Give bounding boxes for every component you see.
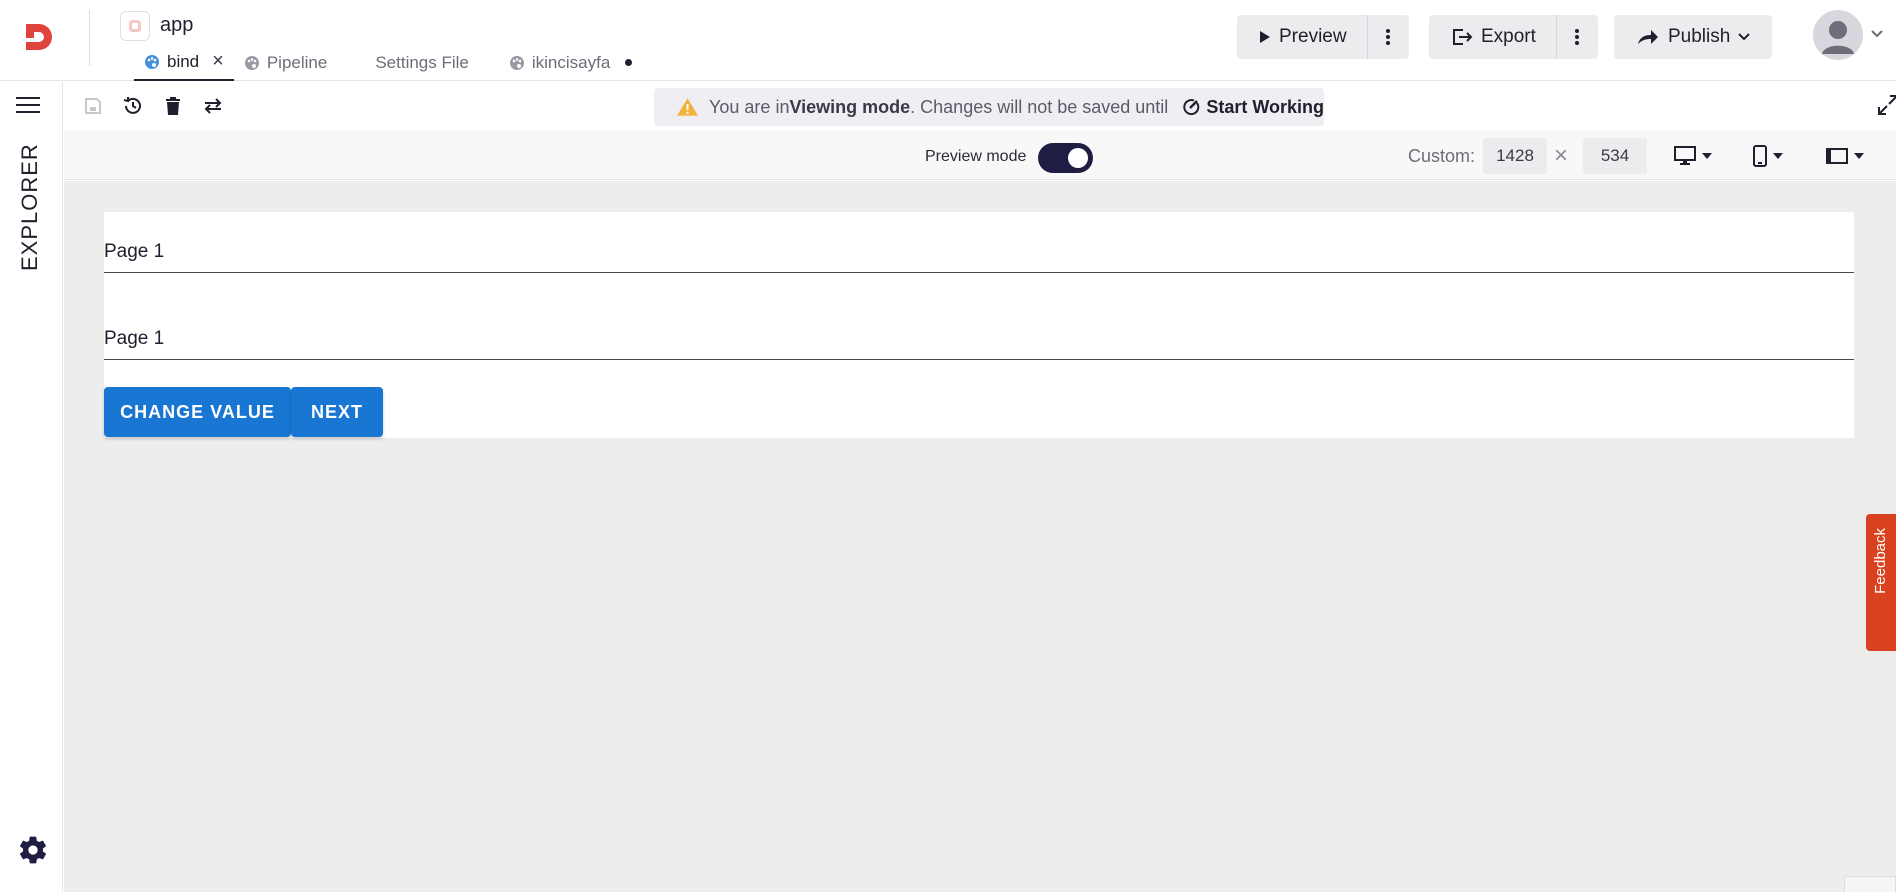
feedback-tab[interactable]: Feedback bbox=[1866, 514, 1896, 651]
design-canvas: Page 1 Page 1 CHANGE VALUE NEXT bbox=[64, 181, 1896, 892]
more-vertical-icon bbox=[1386, 29, 1391, 45]
desktop-device-button[interactable] bbox=[1674, 144, 1712, 168]
banner-suffix: . Changes will not be saved until bbox=[910, 96, 1169, 117]
tab-label: Settings File bbox=[375, 52, 469, 72]
app-name: app bbox=[160, 14, 194, 36]
preview-button[interactable]: Preview bbox=[1237, 15, 1367, 59]
preview-button-group: Preview bbox=[1237, 15, 1409, 59]
explorer-rail: EXPLORER bbox=[0, 82, 63, 892]
editor-toolbar: You are in Viewing mode . Changes will n… bbox=[64, 82, 1896, 130]
custom-size-label: Custom: bbox=[1408, 146, 1476, 166]
desktop-icon bbox=[1674, 146, 1696, 165]
start-working-button[interactable]: Start Working bbox=[1182, 97, 1324, 118]
viewing-mode-banner: You are in Viewing mode . Changes will n… bbox=[654, 88, 1324, 126]
export-icon bbox=[1453, 29, 1473, 45]
page-container: Page 1 Page 1 CHANGE VALUE NEXT bbox=[104, 212, 1854, 438]
banner-mode: Viewing mode bbox=[789, 96, 911, 117]
tab-label: bind bbox=[167, 51, 200, 71]
feedback-label: Feedback bbox=[1872, 528, 1889, 594]
unsaved-dot-icon bbox=[625, 59, 633, 66]
palette-icon bbox=[145, 54, 159, 69]
export-button-label: Export bbox=[1481, 26, 1536, 47]
tab-label: Pipeline bbox=[266, 52, 328, 72]
tab-label: ikincisayfa bbox=[531, 52, 611, 72]
caret-down-icon bbox=[1854, 153, 1864, 159]
delete-icon[interactable] bbox=[161, 94, 185, 118]
close-tab-icon[interactable]: × bbox=[212, 50, 224, 73]
preview-button-label: Preview bbox=[1279, 26, 1347, 47]
save-icon[interactable] bbox=[81, 94, 105, 118]
tab-settings-file[interactable]: Settings File bbox=[337, 44, 479, 81]
warning-icon bbox=[676, 98, 699, 116]
mobile-icon bbox=[1753, 145, 1767, 167]
export-button-group: Export bbox=[1429, 15, 1598, 59]
more-vertical-icon bbox=[1575, 29, 1580, 45]
preview-mode-label: Preview mode bbox=[925, 148, 1027, 165]
frame-icon bbox=[1826, 148, 1848, 164]
edit-circle-icon bbox=[1183, 99, 1200, 116]
tab-ikincisayfa[interactable]: ikincisayfa bbox=[479, 44, 642, 81]
menu-icon[interactable] bbox=[16, 97, 40, 115]
chevron-down-icon bbox=[1738, 33, 1751, 41]
start-working-label: Start Working bbox=[1206, 96, 1324, 117]
toggle-knob bbox=[1068, 148, 1088, 168]
preview-mode-toggle[interactable] bbox=[1038, 143, 1093, 173]
tab-bind[interactable]: bind × bbox=[134, 44, 234, 81]
page-text-field-2[interactable]: Page 1 bbox=[104, 324, 1854, 360]
frame-device-button[interactable] bbox=[1826, 144, 1864, 168]
brand-logo-icon[interactable] bbox=[22, 20, 56, 54]
mobile-device-button[interactable] bbox=[1753, 144, 1783, 168]
play-icon bbox=[1260, 31, 1270, 43]
corner-widget[interactable] bbox=[1844, 876, 1896, 892]
export-more-button[interactable] bbox=[1555, 15, 1598, 59]
explorer-label[interactable]: EXPLORER bbox=[15, 142, 45, 272]
change-value-button[interactable]: CHANGE VALUE bbox=[104, 387, 291, 437]
share-arrow-icon bbox=[1638, 30, 1658, 44]
swap-icon[interactable] bbox=[201, 94, 225, 118]
banner-prefix: You are in bbox=[709, 96, 790, 117]
canvas-width-input[interactable] bbox=[1483, 138, 1547, 174]
fullscreen-icon[interactable] bbox=[1877, 94, 1896, 118]
next-button[interactable]: NEXT bbox=[291, 387, 383, 437]
top-header: app bind × Pipeline Settings File ikinci… bbox=[0, 0, 1896, 81]
preview-more-button[interactable] bbox=[1366, 15, 1409, 59]
app-icon bbox=[120, 11, 150, 41]
chevron-down-icon[interactable] bbox=[1871, 30, 1883, 38]
palette-icon bbox=[244, 55, 259, 70]
publish-button[interactable]: Publish bbox=[1614, 15, 1772, 59]
publish-button-label: Publish bbox=[1668, 26, 1731, 47]
caret-down-icon bbox=[1773, 153, 1783, 159]
tab-pipeline[interactable]: Pipeline bbox=[234, 44, 338, 81]
file-tabs: bind × Pipeline Settings File ikincisayf… bbox=[134, 44, 642, 81]
canvas-height-input[interactable] bbox=[1583, 138, 1647, 174]
export-button[interactable]: Export bbox=[1429, 15, 1556, 59]
palette-icon bbox=[509, 55, 524, 70]
caret-down-icon bbox=[1702, 153, 1712, 159]
gear-icon[interactable] bbox=[17, 834, 49, 866]
header-divider bbox=[89, 10, 90, 66]
publish-button-group: Publish bbox=[1614, 15, 1773, 59]
user-avatar[interactable] bbox=[1813, 10, 1863, 60]
history-icon[interactable] bbox=[121, 94, 145, 118]
times-icon: × bbox=[1554, 142, 1569, 169]
page-text-field-1[interactable]: Page 1 bbox=[104, 237, 1854, 273]
preview-bar: Preview mode Custom: × bbox=[64, 130, 1896, 180]
